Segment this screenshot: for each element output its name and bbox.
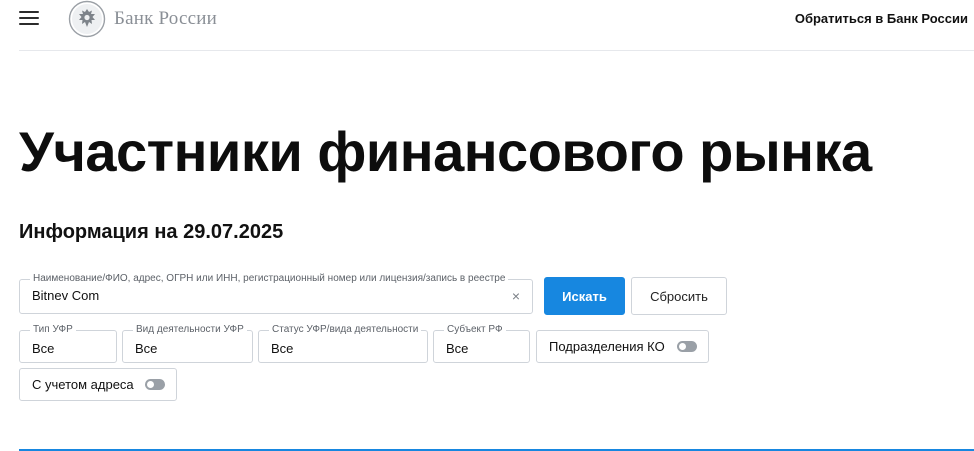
status-label: Статус УФР/вида деятельности — [269, 324, 422, 336]
ufr-type-value: Все — [32, 341, 55, 356]
clear-icon[interactable]: × — [512, 289, 520, 303]
contact-bank-link[interactable]: Обратиться в Банк России — [795, 11, 968, 26]
subject-value: Все — [446, 341, 469, 356]
status-select[interactable]: Статус УФР/вида деятельности Все — [258, 324, 428, 363]
ufr-type-label: Тип УФР — [30, 324, 76, 336]
search-input[interactable] — [32, 288, 492, 303]
activity-type-label: Вид деятельности УФР — [133, 324, 247, 336]
bank-logo[interactable]: Банк России — [68, 0, 217, 38]
site-header: Банк России Обратиться в Банк России — [0, 0, 974, 50]
activity-type-select[interactable]: Вид деятельности УФР Все — [122, 324, 253, 363]
reset-button[interactable]: Сбросить — [631, 277, 727, 315]
menu-bar — [19, 23, 39, 25]
logo-text: Банк России — [114, 8, 217, 29]
subject-label: Субъект РФ — [444, 324, 506, 336]
with-address-toggle-box[interactable]: С учетом адреса — [19, 368, 177, 401]
menu-bar — [19, 11, 39, 13]
hamburger-menu-icon[interactable] — [19, 10, 39, 26]
subject-select[interactable]: Субъект РФ Все — [433, 324, 530, 363]
ufr-type-select[interactable]: Тип УФР Все — [19, 324, 117, 363]
search-field-label: Наименование/ФИО, адрес, ОГРН или ИНН, р… — [30, 273, 509, 285]
with-address-toggle[interactable] — [145, 379, 165, 390]
bank-emblem-icon — [68, 0, 106, 38]
status-value: Все — [271, 341, 294, 356]
info-date: Информация на 29.07.2025 — [19, 221, 284, 243]
with-address-label: С учетом адреса — [32, 377, 134, 392]
ko-divisions-label: Подразделения КО — [549, 339, 665, 354]
search-button[interactable]: Искать — [544, 277, 625, 315]
ko-divisions-toggle[interactable] — [677, 341, 697, 352]
search-field[interactable]: Наименование/ФИО, адрес, ОГРН или ИНН, р… — [19, 273, 533, 314]
menu-bar — [19, 17, 39, 19]
header-divider — [19, 50, 974, 51]
ko-divisions-toggle-box[interactable]: Подразделения КО — [536, 330, 709, 363]
activity-type-value: Все — [135, 341, 158, 356]
page-title: Участники финансового рынка — [19, 120, 872, 183]
